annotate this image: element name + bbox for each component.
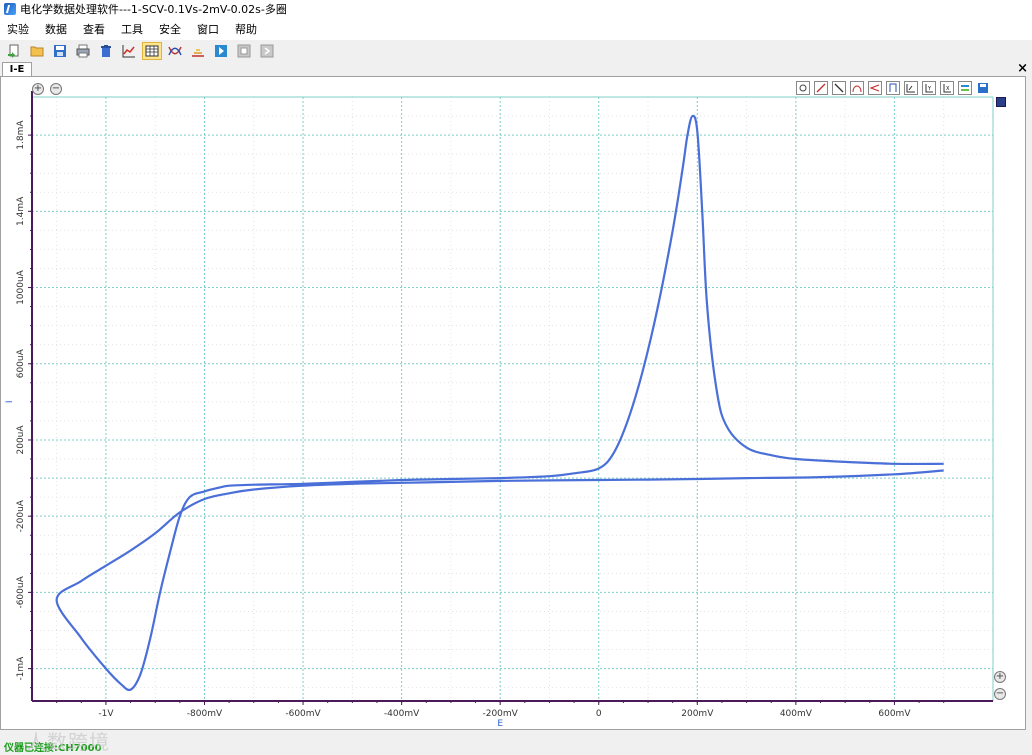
menu-help[interactable]: 帮助: [227, 21, 265, 37]
menu-bar: 实验 数据 查看 工具 安全 窗口 帮助: [0, 18, 1032, 40]
legend-icon[interactable]: [958, 81, 972, 95]
settings-icon[interactable]: [796, 81, 810, 95]
x-tick-label: -200mV: [482, 709, 518, 719]
arc-icon[interactable]: [850, 81, 864, 95]
menu-view[interactable]: 查看: [75, 21, 113, 37]
x-tick-label: -600mV: [285, 709, 321, 719]
zoom-in-icon[interactable]: +: [32, 83, 44, 95]
y-tick-label: 600uA: [16, 348, 26, 378]
peak-icon[interactable]: [188, 42, 208, 60]
status-bar: 仪器已连接:CH7000: [0, 738, 1032, 755]
xy-icon[interactable]: [904, 81, 918, 95]
run-icon[interactable]: [211, 42, 231, 60]
y-tick-label: -600uA: [16, 575, 26, 608]
iv-chart: -1V -800mV -600mV -400mV -200mV 0 200mV 400mV 60…: [5, 91, 994, 729]
svg-text:X: X: [946, 86, 950, 92]
plot-area[interactable]: -1V -800mV -600mV -400mV -200mV 0 200mV 400mV 60…: [0, 76, 1026, 730]
table-icon[interactable]: [142, 42, 162, 60]
menu-experiment[interactable]: 实验: [0, 21, 37, 37]
tab-i-e[interactable]: I-E: [2, 62, 32, 76]
y-tick-label: -200uA: [16, 499, 26, 532]
x-tick-label: -1V: [98, 709, 114, 719]
chart-icon[interactable]: [119, 42, 139, 60]
zoom-out-icon[interactable]: −: [994, 688, 1006, 700]
toolbar: [0, 40, 1032, 62]
x-tick-label: 200mV: [681, 709, 714, 719]
plot-tool-bar: Y X: [796, 81, 994, 97]
y-tick-label: 1000uA: [16, 269, 26, 305]
close-icon[interactable]: ×: [1017, 62, 1028, 75]
print-icon[interactable]: [73, 42, 93, 60]
skip-icon[interactable]: [257, 42, 277, 60]
x-tick-label: 0: [596, 709, 602, 719]
menu-data[interactable]: 数据: [37, 21, 75, 37]
line-icon[interactable]: [814, 81, 828, 95]
legend-swatch[interactable]: [996, 97, 1006, 107]
y-tick-label: 200uA: [16, 425, 26, 455]
app-logo-icon: [4, 3, 16, 15]
x-tick-label: -800mV: [187, 709, 223, 719]
svg-text:Y: Y: [927, 86, 932, 92]
open-folder-icon[interactable]: [27, 42, 47, 60]
x-axis-icon[interactable]: X: [940, 81, 954, 95]
new-icon[interactable]: [4, 42, 24, 60]
slope-icon[interactable]: [832, 81, 846, 95]
menu-window[interactable]: 窗口: [189, 21, 227, 37]
y-tick-label: -1mA: [16, 656, 26, 681]
x-tick-label: 400mV: [780, 709, 813, 719]
document-tab-strip: I-E ×: [0, 62, 1032, 76]
menu-tools[interactable]: 工具: [113, 21, 151, 37]
y-tick-label: 1.8mA: [16, 120, 26, 150]
x-tick-label: -400mV: [384, 709, 420, 719]
save-icon[interactable]: [976, 81, 990, 95]
title-bar: 电化学数据处理软件---1-SCV-0.1Vs-2mV-0.02s-多圈: [0, 0, 1032, 18]
y-axis-title: I: [5, 401, 15, 404]
window-title: 电化学数据处理软件---1-SCV-0.1Vs-2mV-0.02s-多圈: [20, 3, 287, 16]
y-axis-icon[interactable]: Y: [922, 81, 936, 95]
peak-mark-icon[interactable]: [886, 81, 900, 95]
curve-cross-icon[interactable]: [165, 42, 185, 60]
split-icon[interactable]: [868, 81, 882, 95]
watermark-text: 人数跨境: [26, 730, 110, 754]
x-axis-title: E: [497, 719, 503, 729]
delete-icon[interactable]: [96, 42, 116, 60]
zoom-out-icon[interactable]: −: [50, 83, 62, 95]
y-tick-label: 1.4mA: [16, 196, 26, 226]
menu-security[interactable]: 安全: [151, 21, 189, 37]
zoom-in-icon[interactable]: +: [994, 671, 1006, 683]
stop-icon[interactable]: [234, 42, 254, 60]
x-tick-label: 600mV: [878, 709, 911, 719]
save-icon[interactable]: [50, 42, 70, 60]
